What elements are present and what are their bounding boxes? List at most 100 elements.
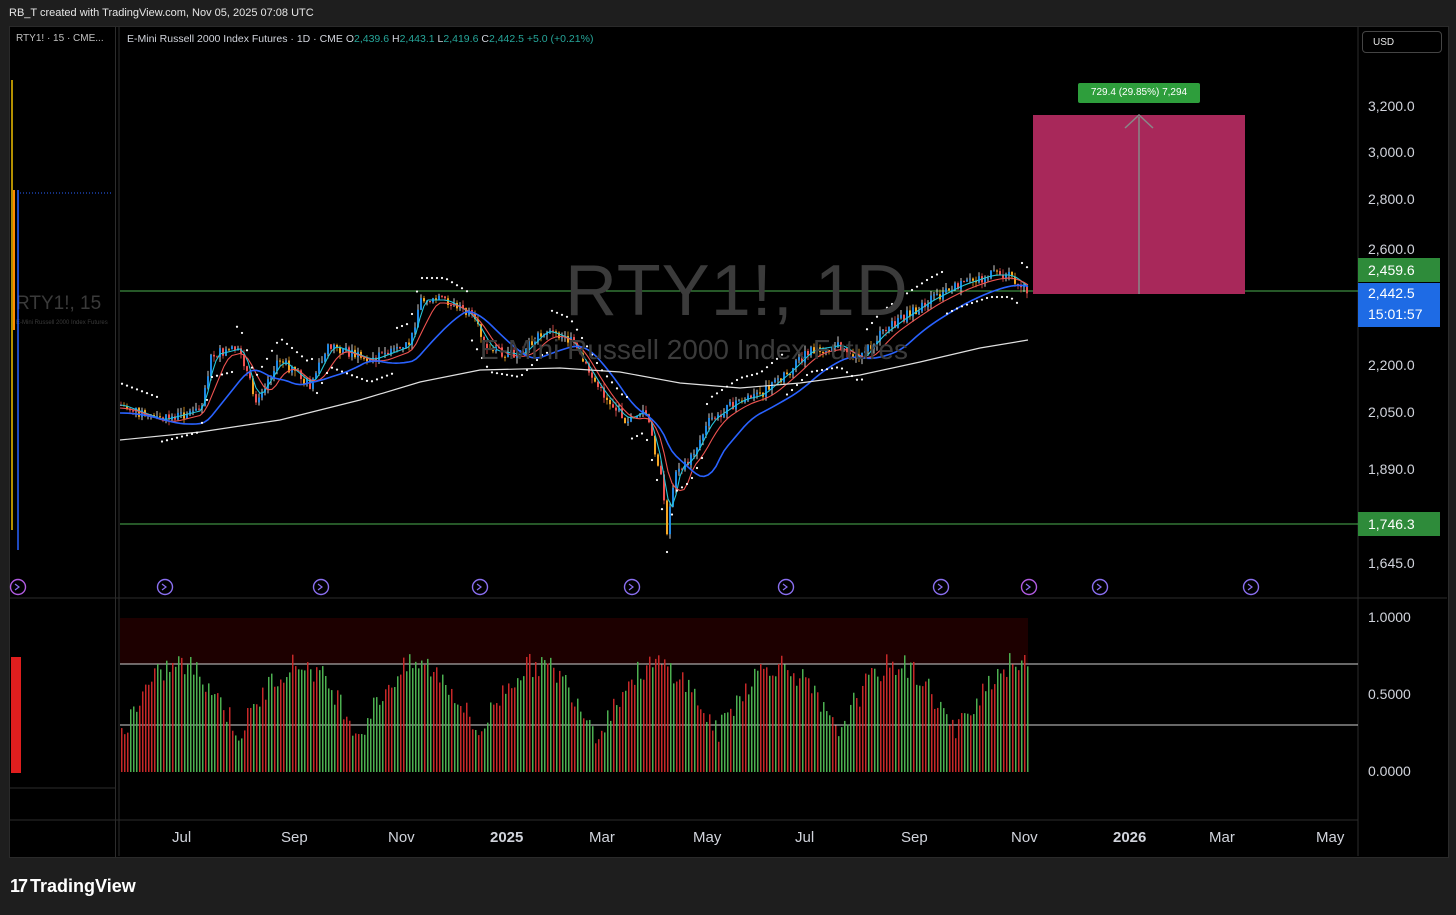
- psar-dot: [830, 367, 834, 370]
- histogram-bar: [808, 678, 810, 772]
- histogram-bar: [241, 738, 243, 772]
- histogram-bar: [442, 674, 444, 772]
- histogram-bar: [199, 676, 201, 772]
- histogram-bar: [661, 664, 663, 772]
- histogram-bar: [475, 729, 477, 772]
- histogram-bar: [823, 702, 825, 772]
- psar-dot: [975, 300, 979, 303]
- histogram-bar: [139, 705, 141, 772]
- histogram-bar: [937, 707, 939, 772]
- histogram-bar: [433, 671, 435, 772]
- histogram-bar: [178, 656, 180, 772]
- histogram-bar: [331, 690, 333, 772]
- psar-dot: [655, 478, 659, 482]
- histogram-bar: [319, 670, 321, 772]
- histogram-bar: [493, 704, 495, 772]
- histogram-bar: [886, 654, 888, 772]
- histogram-bar: [154, 668, 156, 772]
- psar-dot: [560, 313, 564, 316]
- histogram-bar: [916, 684, 918, 772]
- histogram-bar: [583, 718, 585, 772]
- event-marker-icon[interactable]: [777, 578, 795, 596]
- histogram-bar: [367, 718, 369, 772]
- tradingview-logo[interactable]: 17 TradingView: [10, 876, 136, 897]
- event-marker-icon[interactable]: [9, 578, 27, 596]
- psar-dot: [125, 384, 129, 387]
- histogram-bar: [511, 688, 513, 772]
- histogram-bar: [712, 730, 714, 772]
- histogram-bar: [1009, 653, 1011, 772]
- event-marker-icon[interactable]: [623, 578, 641, 596]
- candle-body: [228, 349, 230, 351]
- psar-dot: [145, 392, 149, 395]
- histogram-bar: [217, 693, 219, 772]
- time-axis-label: Jul: [172, 829, 192, 846]
- histogram-bar: [133, 706, 135, 772]
- chart-canvas[interactable]: [0, 0, 1456, 915]
- histogram-bar: [802, 669, 804, 772]
- psar-dot: [800, 378, 804, 382]
- histogram-bar: [637, 661, 639, 772]
- event-marker-icon[interactable]: [932, 578, 950, 596]
- candle-body: [933, 294, 935, 296]
- psar-dot: [260, 365, 264, 368]
- histogram-bar: [979, 705, 981, 772]
- event-marker-icon[interactable]: [156, 578, 174, 596]
- psar-dot: [420, 276, 424, 280]
- psar-dot: [555, 311, 559, 314]
- event-marker-icon[interactable]: [471, 578, 489, 596]
- histogram-bar: [829, 715, 831, 772]
- psar-dot: [350, 374, 354, 377]
- candle-body: [777, 378, 779, 380]
- candle-body: [405, 342, 407, 348]
- histogram-bar: [559, 670, 561, 772]
- psar-dot: [135, 388, 139, 391]
- histogram-bar: [946, 714, 948, 772]
- candle-body: [660, 465, 662, 475]
- candle-body: [714, 417, 716, 419]
- psar-dot: [150, 393, 154, 397]
- candle-body: [282, 361, 284, 363]
- candle-body: [705, 425, 707, 435]
- psar-dot: [405, 323, 409, 326]
- histogram-bar: [535, 661, 537, 772]
- histogram-bar: [778, 663, 780, 772]
- histogram-bar: [418, 668, 420, 772]
- histogram-bar: [694, 688, 696, 772]
- histogram-bar: [688, 679, 690, 772]
- event-marker-icon[interactable]: [1020, 578, 1038, 596]
- histogram-bar: [424, 664, 426, 772]
- psar-dot: [1000, 295, 1004, 299]
- histogram-bar: [820, 711, 822, 772]
- time-axis-label: Nov: [1011, 829, 1038, 846]
- candle-body: [969, 278, 971, 280]
- histogram-bar: [268, 676, 270, 772]
- psar-dot: [605, 375, 609, 378]
- histogram-bar: [697, 705, 699, 772]
- event-markers[interactable]: [9, 578, 1260, 596]
- psar-dot: [415, 290, 419, 293]
- histogram-bar: [796, 685, 798, 772]
- histogram-bar: [631, 679, 633, 772]
- candle-body: [231, 346, 233, 350]
- candle-body: [222, 348, 224, 356]
- histogram-bar: [691, 692, 693, 772]
- histogram-bar: [487, 722, 489, 772]
- histogram-bar: [970, 715, 972, 772]
- psar-dot: [710, 395, 714, 398]
- event-marker-icon[interactable]: [1091, 578, 1109, 596]
- currency-button[interactable]: USD: [1362, 31, 1442, 53]
- psar-dot: [790, 388, 794, 392]
- event-marker-icon[interactable]: [1242, 578, 1260, 596]
- histogram-bar: [307, 662, 309, 772]
- histogram-bar: [247, 708, 249, 772]
- event-marker-icon[interactable]: [312, 578, 330, 596]
- symbol-legend[interactable]: E-Mini Russell 2000 Index Futures · 1D ·…: [127, 33, 593, 45]
- histogram-bar: [574, 706, 576, 772]
- histogram-bar: [211, 695, 213, 772]
- histogram-bar: [964, 713, 966, 772]
- histogram-bar: [181, 657, 183, 772]
- histogram-bar: [229, 707, 231, 772]
- psar-dot: [665, 550, 669, 554]
- candle-body: [399, 347, 401, 349]
